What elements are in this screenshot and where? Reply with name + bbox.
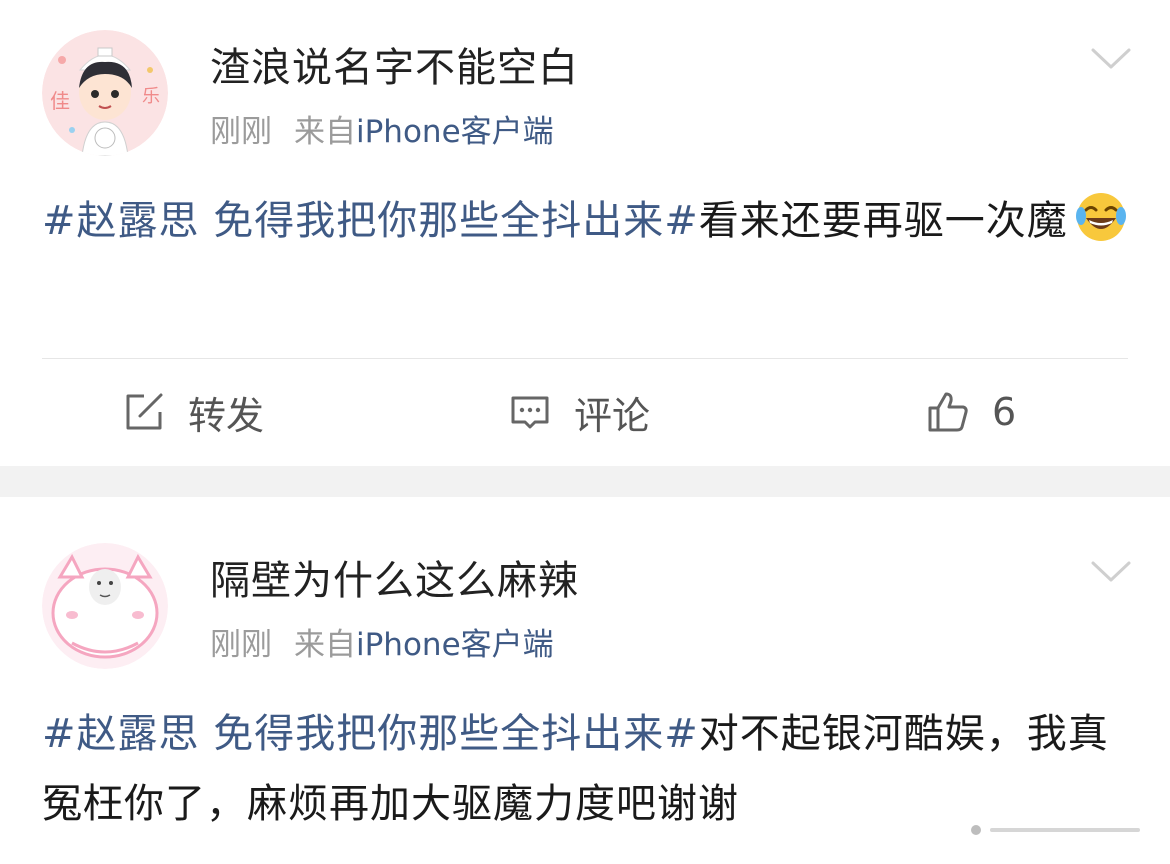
chevron-down-icon[interactable]	[1090, 559, 1132, 585]
post-meta: 刚刚 来自iPhone客户端	[210, 625, 554, 665]
source-prefix: 来自	[294, 627, 356, 663]
svg-text:佳: 佳	[50, 89, 70, 113]
post-content: #赵露思 免得我把你那些全抖出来#对不起银河酷娱，我真冤枉你了，麻烦再加大驱魔力…	[42, 699, 1132, 839]
thumbs-up-icon	[926, 390, 970, 434]
source-prefix: 来自	[294, 114, 356, 150]
post-time: 刚刚	[210, 114, 272, 150]
source-app-link[interactable]: iPhone客户端	[356, 114, 554, 150]
topic-link[interactable]: #赵露思 免得我把你那些全抖出来#	[42, 711, 699, 757]
post-text: 看来还要再驱一次魔	[698, 198, 1068, 244]
post-time: 刚刚	[210, 627, 272, 663]
comment-icon	[508, 390, 552, 434]
comment-label: 评论	[574, 393, 651, 438]
like-count: 6	[992, 390, 1017, 434]
feed-post-1: 佳 乐 渣浪说名字不能空白 刚刚 来自iPhone客户端 #赵露思 免得我把你那些…	[0, 0, 1170, 466]
post-content: #赵露思 免得我把你那些全抖出来#看来还要再驱一次魔	[42, 186, 1132, 256]
repost-button[interactable]: 转发	[122, 386, 264, 438]
topic-link[interactable]: #赵露思 免得我把你那些全抖出来#	[42, 198, 699, 244]
source-app-link[interactable]: iPhone客户端	[356, 627, 554, 663]
repost-icon	[122, 390, 166, 434]
username[interactable]: 渣浪说名字不能空白	[210, 44, 579, 92]
post-meta: 刚刚 来自iPhone客户端	[210, 112, 554, 152]
like-button[interactable]: 6	[926, 386, 1016, 438]
page-indicator	[968, 822, 1144, 838]
username[interactable]: 隔壁为什么这么麻辣	[210, 557, 579, 605]
user-avatar[interactable]	[42, 543, 168, 669]
svg-text:乐: 乐	[142, 86, 160, 107]
feed-post-2: 隔壁为什么这么麻辣 刚刚 来自iPhone客户端 #赵露思 免得我把你那些全抖出来…	[0, 497, 1170, 864]
chevron-down-icon[interactable]	[1090, 46, 1132, 72]
comment-button[interactable]: 评论	[508, 386, 650, 438]
divider	[42, 358, 1128, 359]
repost-label: 转发	[188, 393, 265, 438]
laughing-tears-emoji-icon	[1074, 190, 1128, 244]
feed-separator	[0, 466, 1170, 497]
user-avatar[interactable]: 佳 乐	[42, 30, 168, 156]
